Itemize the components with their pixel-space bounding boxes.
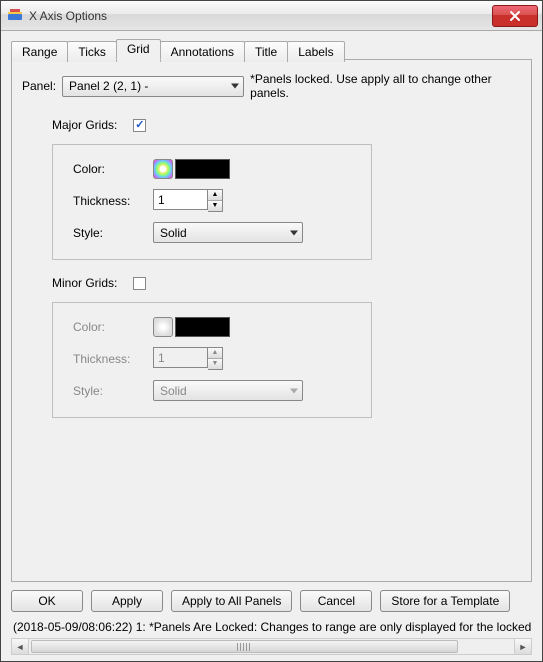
minor-grids-row: Minor Grids: [52, 276, 521, 290]
major-style-select[interactable]: Solid [153, 222, 303, 243]
scroll-thumb[interactable] [31, 640, 458, 653]
status-scrollbar[interactable]: ◄ ► [11, 638, 532, 655]
close-button[interactable] [492, 5, 538, 27]
major-style-label: Style: [73, 226, 153, 240]
tab-title[interactable]: Title [244, 41, 288, 62]
scroll-track[interactable] [29, 639, 514, 654]
tab-annotations[interactable]: Annotations [160, 41, 245, 62]
major-thickness-label: Thickness: [73, 194, 153, 208]
panel-select[interactable]: Panel 2 (2, 1) - [62, 76, 244, 97]
tab-labels[interactable]: Labels [287, 41, 344, 62]
minor-color-label: Color: [73, 320, 153, 334]
major-color-swatch[interactable] [175, 159, 230, 179]
minor-grids-checkbox[interactable] [133, 277, 146, 290]
minor-style-select: Solid [153, 380, 303, 401]
status-message: (2018-05-09/08:06:22) 1: *Panels Are Loc… [11, 620, 532, 634]
major-thickness-spinner[interactable]: ▲ ▼ [208, 189, 223, 212]
panel-selector-row: Panel: Panel 2 (2, 1) - *Panels locked. … [22, 72, 521, 100]
button-row: OK Apply Apply to All Panels Cancel Stor… [11, 582, 532, 618]
major-grids-checkbox[interactable] [133, 119, 146, 132]
major-grids-label: Major Grids: [52, 118, 117, 132]
tab-ticks[interactable]: Ticks [67, 41, 117, 62]
tab-bar: Range Ticks Grid Annotations Title Label… [11, 39, 532, 60]
major-thickness-input[interactable] [153, 189, 208, 210]
major-color-label: Color: [73, 162, 153, 176]
content-area: Range Ticks Grid Annotations Title Label… [1, 31, 542, 661]
ok-button[interactable]: OK [11, 590, 83, 612]
chevron-down-icon [290, 230, 298, 235]
minor-thickness-label: Thickness: [73, 352, 153, 366]
panel-label: Panel: [22, 79, 56, 93]
status-area: (2018-05-09/08:06:22) 1: *Panels Are Loc… [11, 618, 532, 655]
panel-select-value: Panel 2 (2, 1) - [69, 79, 148, 93]
cancel-button[interactable]: Cancel [300, 590, 372, 612]
minor-thickness-spinner: ▲ ▼ [208, 347, 223, 370]
tab-panel-grid: Panel: Panel 2 (2, 1) - *Panels locked. … [11, 59, 532, 582]
scroll-right-button[interactable]: ► [514, 639, 531, 654]
major-grids-row: Major Grids: [52, 118, 521, 132]
apply-button[interactable]: Apply [91, 590, 163, 612]
minor-color-picker [153, 317, 173, 337]
major-style-value: Solid [160, 226, 187, 240]
apply-all-button[interactable]: Apply to All Panels [171, 590, 292, 612]
spinner-down-icon[interactable]: ▼ [208, 201, 222, 212]
minor-grids-group: Color: Thickness: ▲ ▼ [52, 302, 372, 418]
scroll-left-button[interactable]: ◄ [12, 639, 29, 654]
store-template-button[interactable]: Store for a Template [380, 590, 510, 612]
tab-range[interactable]: Range [11, 41, 68, 62]
panel-locked-hint: *Panels locked. Use apply all to change … [250, 72, 521, 100]
minor-style-value: Solid [160, 384, 187, 398]
spinner-up-icon: ▲ [208, 348, 222, 359]
window-title: X Axis Options [29, 9, 492, 23]
chevron-down-icon [290, 388, 298, 393]
tab-grid[interactable]: Grid [116, 39, 161, 60]
spinner-up-icon[interactable]: ▲ [208, 190, 222, 201]
titlebar: X Axis Options [1, 1, 542, 31]
app-icon [7, 8, 23, 24]
chevron-down-icon [231, 84, 239, 89]
dialog-window: X Axis Options Range Ticks Grid Annotati… [0, 0, 543, 662]
major-color-picker[interactable] [153, 159, 173, 179]
major-grids-group: Color: Thickness: ▲ ▼ [52, 144, 372, 260]
minor-thickness-input [153, 347, 208, 368]
spinner-down-icon: ▼ [208, 359, 222, 370]
minor-grids-label: Minor Grids: [52, 276, 117, 290]
minor-color-swatch [175, 317, 230, 337]
minor-style-label: Style: [73, 384, 153, 398]
